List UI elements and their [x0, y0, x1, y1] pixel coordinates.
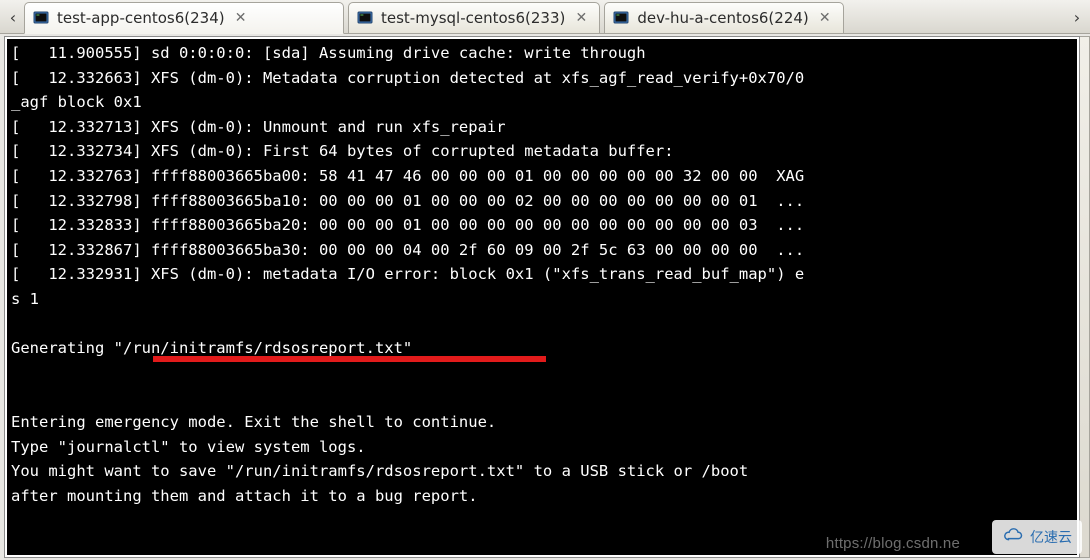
- terminal-output[interactable]: [ 11.900555] sd 0:0:0:0: [sda] Assuming …: [7, 39, 1077, 555]
- cloud-icon: [1002, 524, 1024, 550]
- watermark-brand: 亿速云: [1030, 527, 1072, 547]
- tab-test-mysql-centos6[interactable]: test-mysql-centos6(233) ✕: [348, 2, 600, 34]
- vertical-scrollbar[interactable]: [1080, 36, 1090, 558]
- tab-dev-hu-a-centos6[interactable]: dev-hu-a-centos6(224) ✕: [604, 2, 843, 34]
- watermark-logo: 亿速云: [992, 520, 1082, 554]
- tab-bar: ‹ test-app-centos6(234) ✕ test-mysql-cen…: [0, 0, 1090, 34]
- terminal-icon: [357, 10, 373, 26]
- tab-scroll-right[interactable]: ›: [1066, 2, 1088, 33]
- tab-label: test-app-centos6(234): [57, 9, 225, 27]
- close-icon: ✕: [575, 11, 587, 25]
- highlight-underline: [153, 356, 546, 362]
- tab-test-app-centos6[interactable]: test-app-centos6(234) ✕: [24, 2, 344, 34]
- watermark-url: https://blog.csdn.ne: [826, 535, 960, 552]
- terminal-icon: [33, 10, 49, 26]
- tab-label: dev-hu-a-centos6(224): [637, 9, 808, 27]
- tab-scroll-left[interactable]: ‹: [2, 2, 24, 33]
- chevron-left-icon: ‹: [10, 8, 16, 27]
- terminal-pane: [ 11.900555] sd 0:0:0:0: [sda] Assuming …: [4, 36, 1080, 558]
- close-icon: ✕: [819, 11, 831, 25]
- terminal-icon: [613, 10, 629, 26]
- chevron-right-icon: ›: [1074, 8, 1080, 27]
- tab-label: test-mysql-centos6(233): [381, 9, 565, 27]
- tab-close-button[interactable]: ✕: [233, 10, 249, 26]
- close-icon: ✕: [235, 11, 247, 25]
- tab-close-button[interactable]: ✕: [817, 10, 833, 26]
- tab-close-button[interactable]: ✕: [573, 10, 589, 26]
